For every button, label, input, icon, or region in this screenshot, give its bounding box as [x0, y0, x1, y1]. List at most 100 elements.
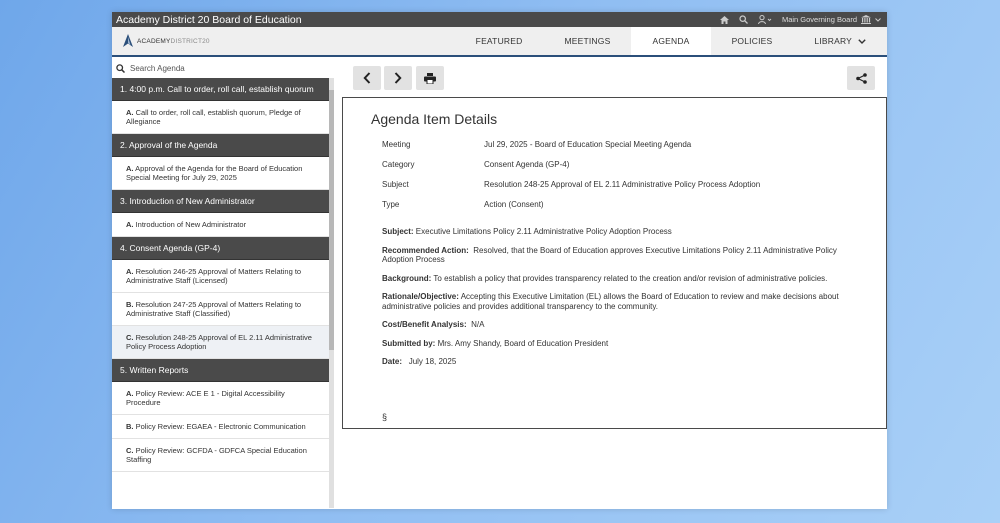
item-letter: C. — [126, 446, 134, 455]
governing-board-label: Main Governing Board — [781, 15, 857, 24]
item-text: Policy Review: GCFDA - GDFCA Special Edu… — [126, 446, 307, 464]
para-text: Executive Limitations Policy 2.11 Admini… — [415, 227, 672, 236]
tab-featured[interactable]: FEATURED — [455, 27, 544, 55]
para-label: Submitted by: — [382, 338, 436, 348]
tab-label: POLICIES — [731, 36, 773, 46]
para-label: Subject: — [382, 227, 414, 236]
nav-tabs: FEATURED MEETINGS AGENDA POLICIES LIBRAR… — [455, 27, 887, 55]
para-label: Recommended Action: — [382, 245, 469, 255]
item-text: Call to order, roll call, establish quor… — [126, 108, 301, 126]
search-icon[interactable] — [739, 15, 748, 24]
date-paragraph: Date: July 18, 2025 — [382, 357, 862, 367]
print-button[interactable] — [416, 66, 444, 90]
logo-text-light: DISTRICT20 — [170, 37, 210, 45]
logo-text-bold: ACADEMY — [137, 37, 171, 45]
item-text: Policy Review: EGAEA - Electronic Commun… — [135, 422, 306, 431]
meta-value: Jul 29, 2025 - Board of Education Specia… — [484, 139, 692, 149]
para-text: Mrs. Amy Shandy, Board of Education Pres… — [437, 338, 609, 348]
item-letter: A. — [126, 164, 134, 173]
printer-icon — [424, 72, 436, 84]
tab-label: LIBRARY — [814, 36, 852, 46]
title-bar-controls: Main Governing Board — [719, 15, 881, 24]
details-meta: Meeting Jul 29, 2025 - Board of Education… — [382, 134, 760, 214]
tab-library[interactable]: LIBRARY — [793, 27, 887, 55]
item-letter: A. — [126, 267, 134, 276]
search-icon — [116, 64, 125, 73]
list-item[interactable]: A. Introduction of New Administrator — [112, 213, 329, 237]
section-header[interactable]: 1. 4:00 p.m. Call to order, roll call, e… — [112, 78, 329, 101]
list-item[interactable]: A. Policy Review: ACE E 1 - Digital Acce… — [112, 382, 329, 415]
agenda-item-details: Agenda Item Details Meeting Jul 29, 2025 … — [342, 97, 887, 429]
list-item[interactable]: A. Resolution 246-25 Approval of Matters… — [112, 260, 329, 293]
share-icon — [855, 72, 867, 84]
item-letter: A. — [126, 108, 134, 117]
section-header[interactable]: 5. Written Reports — [112, 359, 329, 382]
meta-key: Type — [382, 199, 400, 209]
governing-board-selector[interactable]: Main Governing Board — [782, 15, 881, 24]
item-text: Resolution 247-25 Approval of Matters Re… — [126, 300, 302, 318]
item-letter: C. — [126, 333, 134, 342]
next-item-button[interactable] — [384, 66, 412, 90]
list-item[interactable]: A. Call to order, roll call, establish q… — [112, 101, 329, 134]
tab-meetings[interactable]: MEETINGS — [543, 27, 631, 55]
meta-value: Consent Agenda (GP-4) — [484, 159, 570, 169]
meta-value: Resolution 248-25 Approval of EL 2.11 Ad… — [484, 179, 761, 189]
building-icon — [861, 15, 871, 24]
meta-row-subject: Subject Resolution 248-25 Approval of EL … — [382, 174, 760, 194]
tab-policies[interactable]: POLICIES — [711, 27, 794, 55]
meta-row-type: Type Action (Consent) — [382, 194, 760, 214]
window-title: Academy District 20 Board of Education — [116, 13, 302, 26]
item-letter: A. — [126, 389, 134, 398]
background-paragraph: Background: To establish a policy that p… — [382, 274, 862, 284]
tab-label: FEATURED — [475, 36, 523, 46]
agenda-search[interactable]: Search Agenda — [112, 59, 329, 78]
list-item[interactable]: B. Resolution 247-25 Approval of Matters… — [112, 293, 329, 326]
chevron-left-icon — [363, 72, 371, 84]
para-label: Rationale/Objective: — [382, 292, 459, 301]
para-text: To establish a policy that provides tran… — [433, 273, 828, 283]
app-window: Academy District 20 Board of Education M… — [112, 12, 887, 509]
list-item-selected[interactable]: C. Resolution 248-25 Approval of EL 2.11… — [112, 326, 329, 359]
main-navbar: ACADEMYDISTRICT20 FEATURED MEETINGS AGEN… — [112, 27, 887, 57]
agenda-sidebar: Search Agenda 1. 4:00 p.m. Call to order… — [112, 59, 329, 509]
sidebar-scrollbar-thumb[interactable] — [329, 90, 334, 350]
section-header[interactable]: 2. Approval of the Agenda — [112, 134, 329, 157]
logo-mark-icon — [123, 34, 133, 47]
chevron-down-icon — [875, 17, 881, 22]
section-header[interactable]: 4. Consent Agenda (GP-4) — [112, 237, 329, 260]
para-label: Cost/Benefit Analysis: — [382, 320, 467, 329]
district-logo[interactable]: ACADEMYDISTRICT20 — [112, 27, 210, 55]
meta-row-category: Category Consent Agenda (GP-4) — [382, 154, 760, 174]
title-bar: Academy District 20 Board of Education M… — [112, 12, 887, 27]
tab-label: AGENDA — [652, 36, 690, 46]
user-icon[interactable] — [757, 15, 772, 24]
details-body: Subject: Executive Limitations Policy 2.… — [382, 227, 862, 376]
tab-agenda[interactable]: AGENDA — [631, 27, 711, 55]
para-text: N/A — [471, 320, 485, 329]
item-text: Resolution 246-25 Approval of Matters Re… — [126, 267, 302, 285]
logo-text: ACADEMYDISTRICT20 — [137, 38, 210, 45]
agenda-list: 1. 4:00 p.m. Call to order, roll call, e… — [112, 78, 329, 509]
item-letter: B. — [126, 300, 134, 309]
item-text: Resolution 248-25 Approval of EL 2.11 Ad… — [126, 333, 312, 351]
chevron-right-icon — [394, 72, 402, 84]
home-icon[interactable] — [719, 15, 729, 24]
section-header[interactable]: 3. Introduction of New Administrator — [112, 190, 329, 213]
meta-key: Subject — [382, 179, 409, 189]
list-item[interactable]: B. Policy Review: EGAEA - Electronic Com… — [112, 415, 329, 439]
share-button[interactable] — [847, 66, 875, 90]
search-input[interactable]: Search Agenda — [130, 64, 185, 73]
item-letter: B. — [126, 422, 134, 431]
item-text: Introduction of New Administrator — [135, 220, 247, 229]
para-text: July 18, 2025 — [408, 357, 457, 366]
tab-label: MEETINGS — [564, 36, 611, 46]
meta-value: Action (Consent) — [484, 199, 544, 209]
recommended-action-paragraph: Recommended Action: Resolved, that the B… — [382, 246, 862, 265]
previous-item-button[interactable] — [353, 66, 381, 90]
submitted-by-paragraph: Submitted by: Mrs. Amy Shandy, Board of … — [382, 339, 862, 349]
list-item[interactable]: C. Policy Review: GCFDA - GDFCA Special … — [112, 439, 329, 472]
list-item[interactable]: A. Approval of the Agenda for the Board … — [112, 157, 329, 190]
subject-paragraph: Subject: Executive Limitations Policy 2.… — [382, 227, 862, 237]
details-heading: Agenda Item Details — [371, 111, 498, 127]
rationale-paragraph: Rationale/Objective: Accepting this Exec… — [382, 292, 862, 311]
